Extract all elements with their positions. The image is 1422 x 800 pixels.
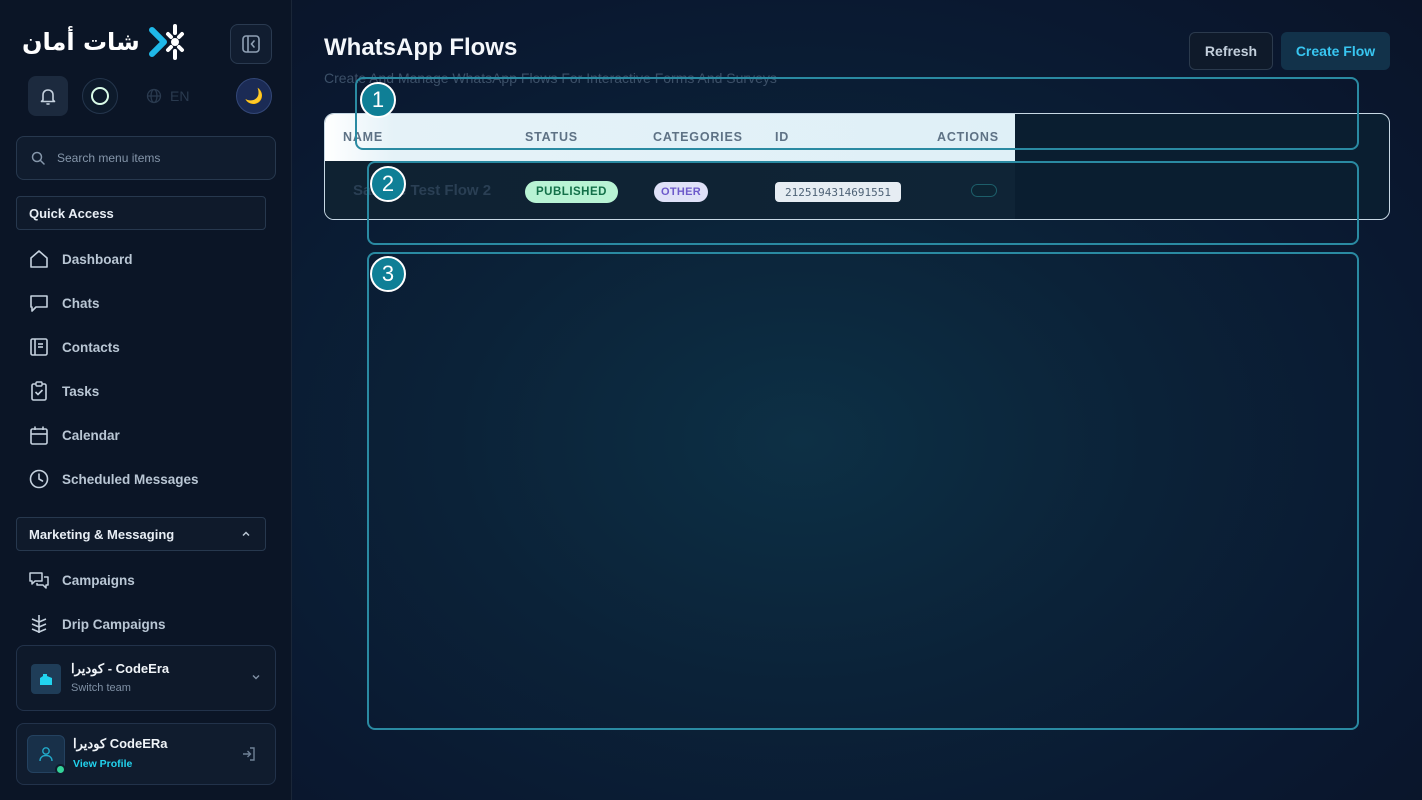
sidebar-item-tasks[interactable]: Tasks (28, 379, 99, 403)
section-marketing[interactable]: Marketing & Messaging (16, 517, 266, 551)
sidebar-item-label: Drip Campaigns (62, 616, 166, 632)
sidebar-item-contacts[interactable]: Contacts (28, 335, 120, 359)
create-flow-button[interactable]: Create Flow (1281, 32, 1390, 70)
online-status-dot (55, 764, 66, 775)
page-title: WhatsApp Flows (324, 34, 518, 61)
chevron-down-icon (252, 675, 260, 680)
campaign-icon (29, 572, 49, 589)
language-button[interactable]: EN (146, 86, 189, 106)
building-icon (40, 674, 52, 685)
team-name: كوديرا - CodeEra (71, 661, 170, 676)
logo-text: شات أمان (22, 28, 140, 56)
annotation-marker-2: 2 (370, 166, 406, 202)
sidebar-item-scheduled-messages[interactable]: Scheduled Messages (28, 467, 199, 491)
drip-icon (31, 615, 47, 633)
annotation-box-1 (355, 77, 1359, 150)
sidebar-item-drip-campaigns[interactable]: Drip Campaigns (28, 612, 166, 636)
annotation-marker-3: 3 (370, 256, 406, 292)
sidebar-item-label: Dashboard (62, 251, 133, 267)
user-name: كوديرا CodeERa (73, 736, 168, 751)
annotation-marker-1: 1 (360, 82, 396, 118)
sidebar-item-calendar[interactable]: Calendar (28, 423, 120, 447)
logout-icon[interactable] (241, 746, 257, 762)
team-switch-label: Switch team (71, 682, 131, 694)
user-profile-card[interactable]: كوديرا CodeERa View Profile (16, 723, 276, 785)
annotation-box-2 (367, 161, 1359, 245)
notifications-button[interactable] (28, 76, 68, 116)
section-label: Marketing & Messaging (29, 526, 175, 542)
clock-icon (29, 469, 49, 489)
sidebar-item-label: Contacts (62, 339, 120, 355)
search-input[interactable] (57, 151, 257, 165)
chevron-up-icon (242, 531, 250, 537)
sidebar-item-campaigns[interactable]: Campaigns (28, 568, 135, 592)
team-switcher[interactable]: كوديرا - CodeEra Switch team (16, 645, 276, 711)
view-profile-link[interactable]: View Profile (73, 758, 132, 770)
sidebar: شات أمان EN 🌙 Search menu items Quick Ac… (0, 0, 292, 800)
chat-icon (30, 295, 48, 312)
calendar-icon (30, 426, 48, 445)
refresh-button[interactable]: Refresh (1189, 32, 1273, 70)
sidebar-collapse-icon (242, 35, 260, 53)
search-icon (31, 151, 45, 165)
sidebar-item-label: Scheduled Messages (62, 471, 199, 487)
clipboard-icon (31, 381, 47, 401)
menu-search (16, 136, 276, 180)
theme-toggle-button[interactable]: 🌙 (236, 78, 272, 114)
sidebar-toolbar: EN 🌙 (28, 76, 272, 116)
team-avatar (31, 664, 61, 694)
sidebar-item-label: Campaigns (62, 572, 135, 588)
sidebar-item-label: Tasks (62, 383, 100, 399)
logo-mark-icon (148, 24, 184, 60)
section-label: Quick Access (29, 205, 114, 221)
language-label: EN (170, 88, 190, 104)
collapse-sidebar-button[interactable] (230, 24, 272, 64)
brand-logo[interactable]: شات أمان (22, 22, 188, 62)
globe-icon (146, 88, 162, 104)
sidebar-item-label: Calendar (62, 427, 120, 443)
moon-icon: 🌙 (244, 87, 264, 105)
contacts-icon (30, 338, 48, 356)
home-icon (30, 250, 48, 268)
sidebar-item-chats[interactable]: Chats (28, 291, 100, 315)
sidebar-item-dashboard[interactable]: Dashboard (28, 247, 133, 271)
user-icon (39, 747, 53, 762)
status-toggle-button[interactable] (82, 78, 118, 114)
section-quick-access[interactable]: Quick Access (16, 196, 266, 230)
sidebar-item-label: Chats (62, 295, 100, 311)
main-content: WhatsApp Flows Create And Manage WhatsAp… (292, 0, 1422, 800)
bell-icon (40, 89, 56, 105)
annotation-box-3 (367, 252, 1359, 730)
status-ring-icon (91, 87, 109, 105)
